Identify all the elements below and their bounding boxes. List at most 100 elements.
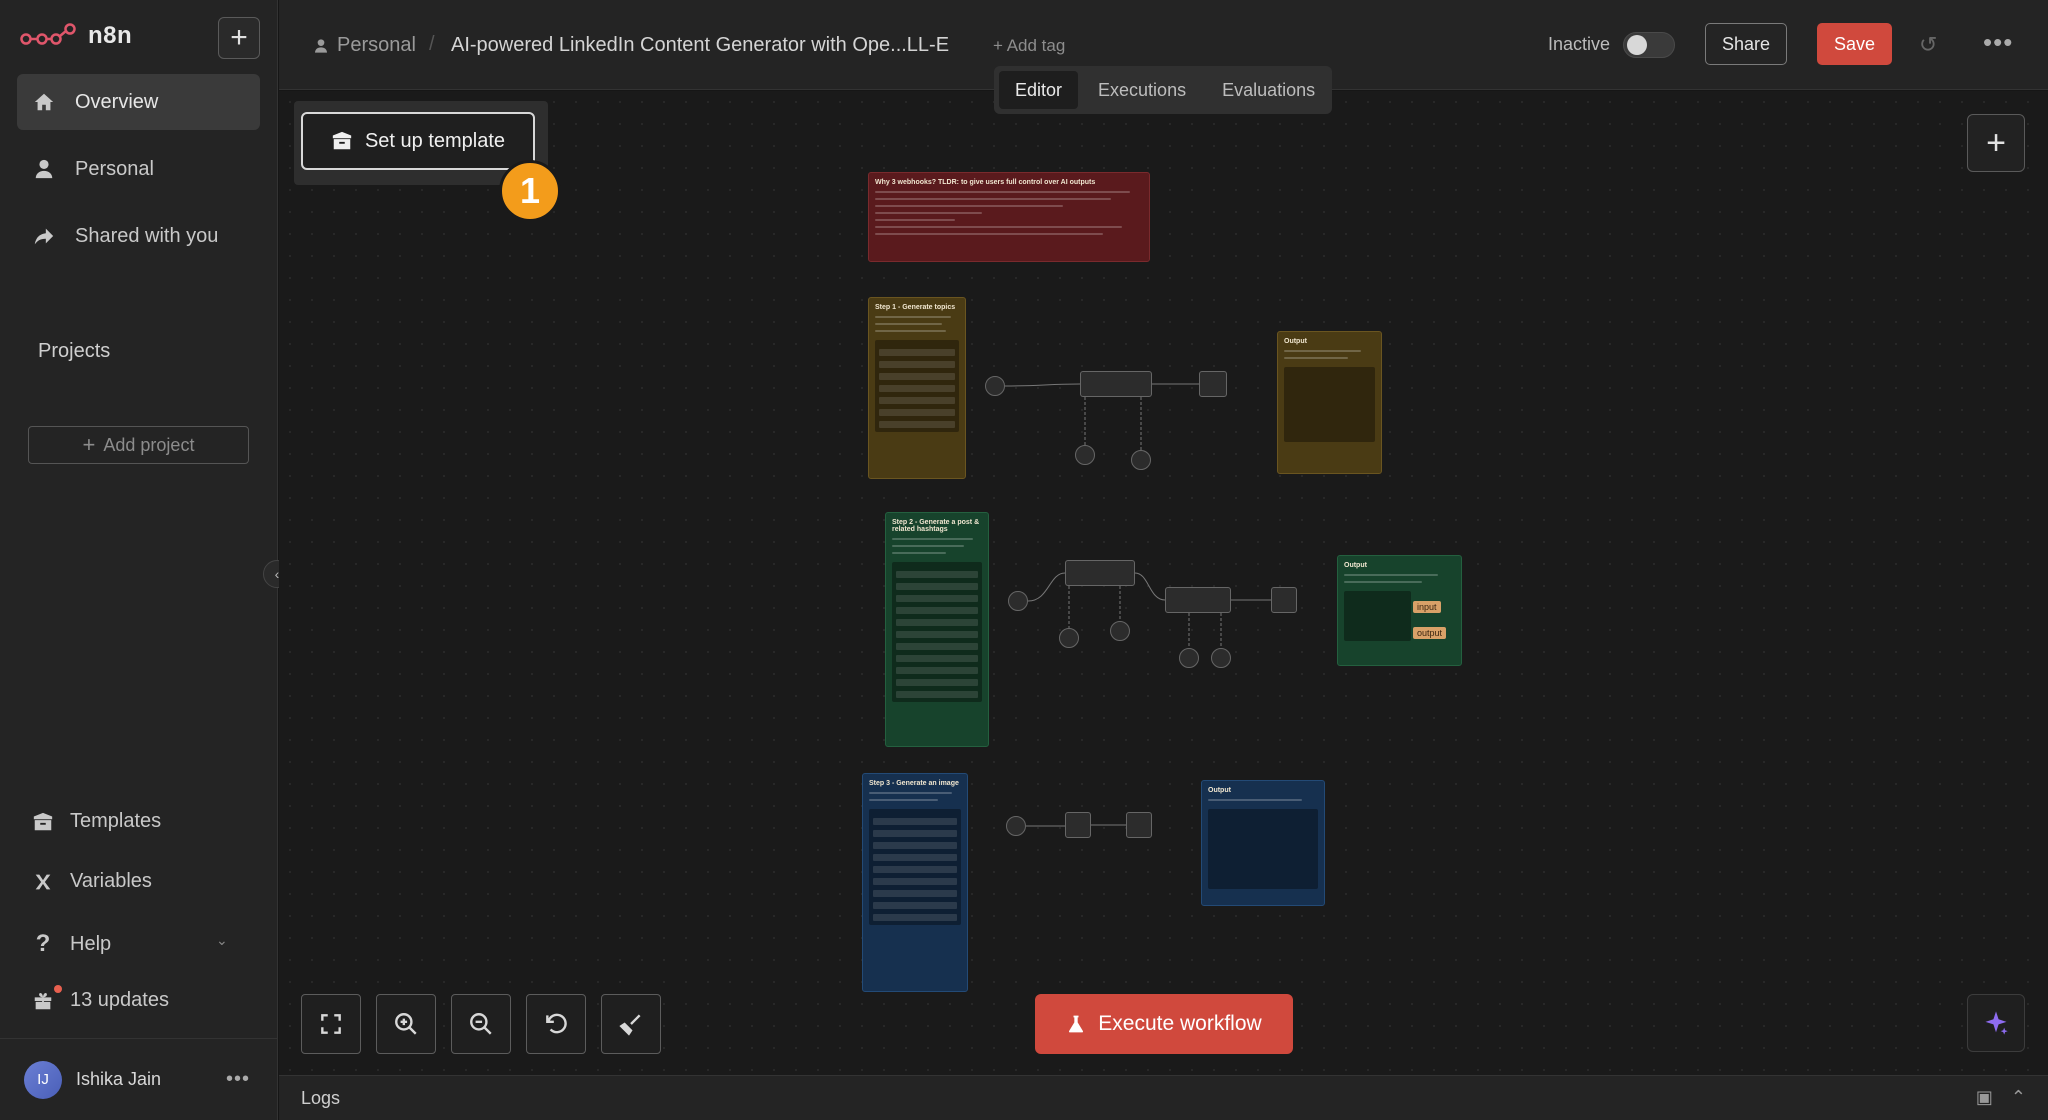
user-icon — [35, 159, 53, 179]
avatar: IJ — [24, 1060, 62, 1099]
webhook-node-image[interactable] — [1006, 816, 1026, 836]
tab-executions[interactable]: Executions — [1082, 71, 1202, 109]
brand[interactable]: n8n — [20, 22, 132, 50]
fit-view-button[interactable] — [301, 994, 361, 1054]
workflow-canvas[interactable]: Set up template 1 + Why 3 webhooks? TLDR… — [279, 91, 2048, 1075]
sticky-note-output3[interactable]: Output — [1201, 780, 1325, 906]
add-project-label: Add project — [103, 434, 195, 455]
input-tag: input — [1413, 601, 1441, 613]
tab-evaluations[interactable]: Evaluations — [1206, 71, 1331, 109]
add-tag-link[interactable]: + Add tag — [993, 36, 1065, 56]
share-button[interactable]: Share — [1705, 23, 1787, 65]
openai-model-node[interactable] — [1179, 648, 1199, 668]
agent-node-post[interactable] — [1065, 560, 1135, 586]
execute-workflow-button[interactable]: Execute workflow — [1035, 994, 1293, 1054]
zoom-in-icon — [395, 1013, 417, 1035]
chevron-up-icon[interactable]: ⌃ — [2011, 1087, 2026, 1108]
sidebar-item-shared[interactable]: Shared with you — [17, 208, 260, 264]
view-tabs: Editor Executions Evaluations — [994, 66, 1332, 114]
user-icon — [315, 38, 327, 53]
add-node-button[interactable]: + — [1967, 114, 2025, 172]
sidebar-item-label: Templates — [70, 810, 162, 832]
breadcrumb-owner-label: Personal — [337, 34, 416, 56]
share-icon — [34, 228, 54, 245]
sidebar-item-templates[interactable]: Templates — [32, 810, 161, 833]
ai-assistant-button[interactable] — [1967, 994, 2025, 1052]
workflow-title[interactable]: AI-powered LinkedIn Content Generator wi… — [451, 34, 949, 57]
sticky-note-step1[interactable]: Step 1 - Generate topics — [868, 297, 966, 479]
zoom-in-button[interactable] — [376, 994, 436, 1054]
zoom-out-icon — [470, 1013, 492, 1035]
tab-editor[interactable]: Editor — [999, 71, 1079, 109]
webhook-node-topics[interactable] — [985, 376, 1005, 396]
breadcrumb-owner[interactable]: Personal — [313, 34, 416, 57]
sidebar-item-overview[interactable]: Overview — [17, 74, 260, 130]
output-parser-node[interactable] — [1211, 648, 1231, 668]
chevron-down-icon[interactable]: ⌄ — [216, 932, 228, 949]
app-name: n8n — [88, 22, 133, 49]
connections — [1004, 383, 1271, 827]
zoom-out-button[interactable] — [451, 994, 511, 1054]
output-parser-node[interactable] — [1110, 621, 1130, 641]
respond-node-topics[interactable] — [1199, 371, 1227, 397]
history-icon[interactable]: ↺ — [1919, 32, 1937, 58]
breadcrumb-separator: / — [429, 33, 435, 55]
step-badge: 1 — [499, 160, 561, 222]
note-title: Output — [1284, 338, 1307, 345]
note-title: Step 2 - Generate a post & related hasht… — [892, 519, 980, 533]
sidebar-item-variables[interactable]: Variables — [32, 870, 152, 893]
reset-zoom-button[interactable] — [526, 994, 586, 1054]
save-button[interactable]: Save — [1817, 23, 1892, 65]
note-title: Output — [1344, 562, 1367, 569]
note-title: Output — [1208, 787, 1231, 794]
sticky-note-intro[interactable]: Why 3 webhooks? TLDR: to give users full… — [868, 172, 1150, 262]
output-tag: output — [1413, 627, 1447, 639]
sidebar-item-label: Personal — [75, 157, 154, 180]
sidebar-item-label: Help — [70, 932, 112, 955]
sticky-note-output2[interactable]: Output input output — [1337, 555, 1462, 666]
variable-icon — [35, 874, 51, 889]
openai-model-node[interactable] — [1059, 628, 1079, 648]
box-icon — [33, 812, 53, 830]
output-parser-node[interactable] — [1131, 450, 1151, 470]
user-menu[interactable]: IJ Ishika Jain ••• — [0, 1038, 278, 1120]
setup-template-label: Set up template — [364, 129, 506, 152]
notification-dot — [54, 985, 62, 993]
n8n-logo-icon — [20, 23, 76, 45]
note-title: Why 3 webhooks? TLDR: to give users full… — [875, 179, 1096, 186]
agent-node-topics[interactable] — [1080, 371, 1152, 397]
box-icon — [332, 131, 352, 150]
sticky-note-step2[interactable]: Step 2 - Generate a post & related hasht… — [885, 512, 989, 747]
sidebar-item-help[interactable]: ? Help — [32, 930, 111, 958]
respond-node-image[interactable] — [1126, 812, 1152, 838]
respond-node-post[interactable] — [1271, 587, 1297, 613]
webhook-node-post[interactable] — [1008, 591, 1028, 611]
sidebar-item-personal[interactable]: Personal — [17, 141, 260, 197]
help-icon: ? — [35, 930, 51, 957]
projects-heading: Projects — [38, 340, 111, 362]
add-project-button[interactable]: + Add project — [28, 426, 249, 464]
logs-panel[interactable]: Logs ▣ ⌃ — [279, 1075, 2048, 1120]
sidebar-item-label: Shared with you — [75, 224, 219, 247]
sidebar: n8n + Overview Personal Shared with you … — [0, 0, 278, 1120]
plus-icon: + — [82, 432, 96, 457]
http-request-node[interactable] — [1065, 812, 1091, 838]
execute-workflow-label: Execute workflow — [1098, 1012, 1262, 1035]
fullscreen-icon — [321, 1014, 341, 1034]
active-toggle[interactable] — [1623, 32, 1675, 58]
setup-template-button[interactable]: Set up template — [301, 112, 535, 170]
sidebar-item-label: Overview — [75, 90, 159, 113]
note-title: Step 3 - Generate an image — [869, 780, 959, 787]
more-options-icon[interactable]: ••• — [226, 1068, 250, 1091]
note-title: Step 1 - Generate topics — [875, 304, 956, 311]
sticky-note-output1[interactable]: Output — [1277, 331, 1382, 474]
agent-node-hashtags[interactable] — [1165, 587, 1231, 613]
popout-icon[interactable]: ▣ — [1976, 1087, 1993, 1108]
more-options-icon[interactable]: ••• — [1983, 27, 2013, 58]
tidy-up-button[interactable] — [601, 994, 661, 1054]
openai-model-node[interactable] — [1075, 445, 1095, 465]
sticky-note-step3[interactable]: Step 3 - Generate an image — [862, 773, 968, 992]
sidebar-item-updates[interactable]: 13 updates — [32, 989, 169, 1012]
sidebar-item-label: 13 updates — [70, 989, 169, 1011]
create-button[interactable]: + — [218, 17, 260, 59]
